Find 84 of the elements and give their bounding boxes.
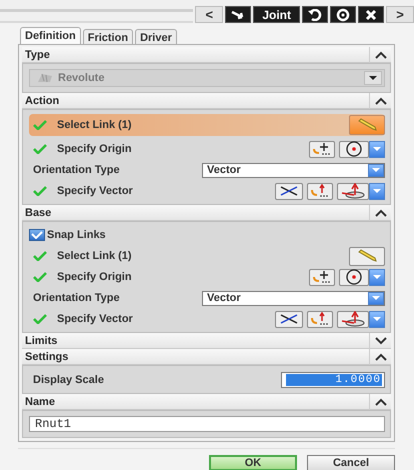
dropdown-field[interactable]: Vector — [202, 162, 385, 178]
undo-button[interactable] — [302, 6, 328, 23]
back-button[interactable]: < — [195, 6, 224, 23]
caret-icon — [368, 75, 378, 81]
chevron-up-icon — [374, 96, 386, 104]
tool-button[interactable] — [275, 182, 303, 200]
tab[interactable]: Friction — [82, 29, 134, 44]
forward-button[interactable]: > — [386, 6, 414, 23]
undo-icon — [308, 8, 322, 20]
section-header[interactable]: Base — [22, 205, 391, 221]
chevron-up-icon — [374, 208, 386, 216]
point-plus-icon — [312, 270, 332, 284]
tab[interactable]: Driver — [135, 29, 177, 44]
tool-button[interactable] — [225, 6, 252, 23]
axis-icon — [340, 183, 366, 199]
settings-button[interactable] — [330, 6, 356, 23]
section-title: Limits — [24, 334, 58, 346]
tool-button[interactable] — [339, 268, 369, 286]
dropdown-button[interactable] — [369, 182, 385, 200]
section-header[interactable]: Settings — [22, 349, 391, 365]
section-title: Type — [24, 48, 51, 60]
section-header[interactable]: Type — [22, 47, 391, 63]
pencil-icon — [356, 118, 378, 132]
field-label: Select Link (1) — [57, 250, 132, 262]
dropdown-button[interactable] — [369, 310, 385, 328]
dropdown-button[interactable] — [369, 140, 385, 158]
chevron-up-icon — [374, 398, 386, 406]
tool-button[interactable] — [337, 182, 369, 200]
chevron-down-icon — [374, 336, 386, 344]
caret-icon — [372, 188, 382, 194]
field-label: Orientation Type — [33, 292, 120, 304]
field-label: Specify Origin — [57, 143, 132, 155]
ok-button[interactable]: OK — [209, 455, 297, 470]
dropdown-button[interactable] — [369, 268, 385, 286]
pencil-icon — [356, 249, 378, 263]
caret-icon — [372, 274, 382, 280]
tab[interactable]: Definition — [20, 27, 81, 44]
section-header[interactable]: Name — [22, 394, 391, 410]
section-title: Action — [24, 94, 60, 106]
dropdown-button[interactable] — [368, 164, 384, 176]
caret-icon — [372, 146, 382, 152]
field-label: Specify Origin — [57, 271, 132, 283]
close-button[interactable] — [358, 6, 384, 23]
checkmark-icon — [31, 231, 43, 239]
joint-icon — [36, 72, 54, 84]
section-header[interactable]: Action — [22, 93, 391, 109]
selection-row[interactable]: Select Link (1) — [29, 114, 385, 136]
field-label: Specify Vector — [57, 185, 133, 197]
caret-icon — [372, 316, 382, 322]
crossed-arrows-icon — [278, 312, 300, 326]
chevron-up-icon — [374, 352, 386, 360]
field-label: Specify Vector — [57, 313, 133, 325]
tool-button[interactable] — [337, 310, 369, 328]
axis-icon — [340, 311, 366, 327]
tool-button[interactable] — [339, 140, 369, 158]
tool-button[interactable] — [275, 310, 303, 328]
dropdown-button[interactable] — [368, 292, 384, 304]
section-title: Base — [24, 206, 52, 218]
crossed-arrows-icon — [278, 184, 300, 198]
caret-icon — [371, 167, 381, 173]
section-title: Name — [24, 396, 56, 408]
number-field[interactable]: 1.0000 — [281, 372, 385, 388]
field-label: Select Link (1) — [57, 119, 132, 131]
close-icon — [365, 8, 377, 20]
section-header[interactable]: Limits — [22, 333, 391, 349]
cancel-button[interactable]: Cancel — [307, 455, 395, 470]
checkbox-label: Snap Links — [47, 229, 106, 241]
dropdown-field[interactable]: Vector — [202, 290, 385, 306]
gear-icon — [336, 8, 350, 22]
vector-point-icon — [310, 184, 330, 198]
section-title: Settings — [24, 350, 70, 362]
point-plus-icon — [312, 142, 332, 156]
checkbox[interactable] — [29, 229, 45, 241]
name-field[interactable]: Rnut1 — [29, 416, 385, 432]
vector-point-icon — [310, 312, 330, 326]
caret-icon — [371, 295, 381, 301]
field-label: Display Scale — [33, 374, 104, 386]
chevron-up-icon — [374, 50, 386, 58]
selection-row[interactable]: Select Link (1) — [29, 246, 385, 266]
field-label: Orientation Type — [33, 164, 120, 176]
tool-button[interactable] — [309, 268, 335, 286]
dropdown-value: Revolute — [58, 72, 106, 84]
dialog-title: Joint — [253, 6, 300, 23]
tool-button[interactable] — [309, 140, 335, 158]
